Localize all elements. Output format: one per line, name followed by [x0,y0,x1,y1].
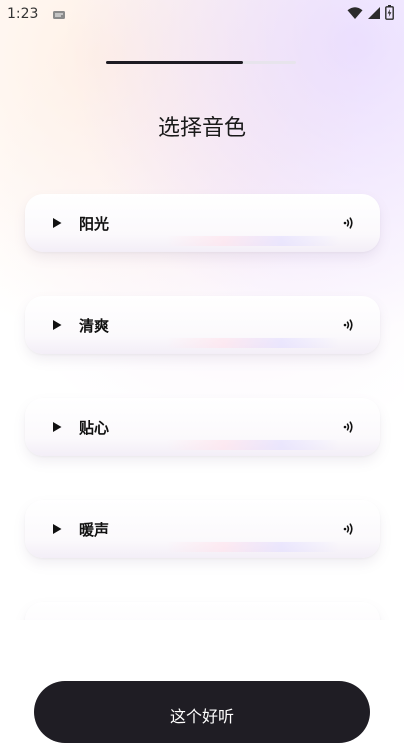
notification-icon [52,5,66,24]
confirm-voice-button[interactable]: 这个好听 [34,681,370,743]
onboarding-progress [106,61,296,64]
wifi-icon [347,5,363,24]
voice-option[interactable]: 贴心 [25,398,380,456]
onboarding-progress-fill [106,61,243,64]
sound-wave-icon[interactable] [340,521,356,537]
status-bar: 1:23 [0,0,404,28]
voice-option[interactable]: 阳光 [25,194,380,252]
sound-wave-icon[interactable] [340,215,356,231]
voice-name: 暖声 [79,520,110,539]
page-title: 选择音色 [157,116,246,141]
voice-option[interactable]: 活力 [25,602,380,620]
voice-name: 清爽 [79,316,110,335]
sound-wave-icon[interactable] [340,419,356,435]
battery-icon [385,4,394,24]
play-icon[interactable] [51,523,63,535]
play-icon[interactable] [51,319,63,331]
voice-list[interactable]: 阳光 清爽 贴心 暖声 [0,180,404,620]
sound-wave-icon[interactable] [340,317,356,333]
voice-name: 阳光 [79,214,110,233]
status-time: 1:23 [7,6,39,22]
voice-option[interactable]: 清爽 [25,296,380,354]
play-icon[interactable] [51,217,63,229]
play-icon[interactable] [51,421,63,433]
voice-name: 贴心 [79,418,110,437]
voice-option[interactable]: 暖声 [25,500,380,558]
signal-icon [367,5,381,24]
